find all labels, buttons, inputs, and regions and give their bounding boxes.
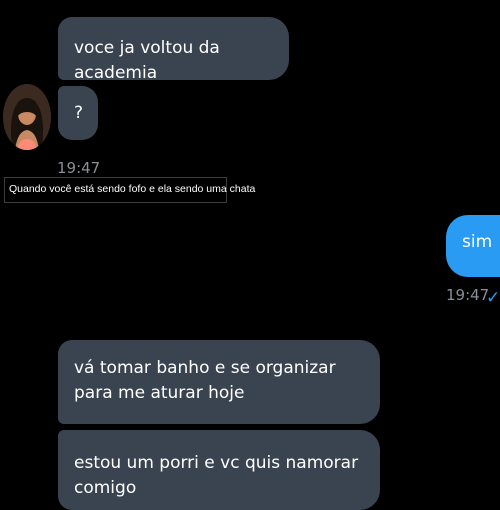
message-text: voce ja voltou da academia — [74, 38, 220, 83]
message-text: estou um porri e vc quis namorar comigo — [74, 453, 359, 498]
contact-avatar[interactable] — [3, 84, 51, 150]
message-text: vá tomar banho e se organizar para me at… — [74, 358, 336, 403]
message-timestamp: 19:47 — [57, 159, 101, 177]
message-timestamp: 19:47 — [446, 286, 490, 304]
chat-thread[interactable]: voce ja voltou da academia ? 19:47 Quand… — [0, 0, 500, 510]
message-text: sim — [462, 232, 493, 252]
incoming-message-bubble[interactable]: ? — [58, 86, 98, 140]
incoming-message-bubble[interactable]: estou um porri e vc quis namorar comigo — [58, 430, 380, 510]
incoming-message-bubble[interactable]: voce ja voltou da academia — [58, 17, 289, 83]
meme-caption: Quando você está sendo fofo e ela sendo … — [4, 177, 255, 203]
outgoing-message-bubble[interactable]: sim — [446, 215, 500, 277]
check-icon: ✓ — [486, 288, 500, 308]
avatar-image — [3, 84, 51, 150]
message-text: ? — [74, 103, 84, 123]
incoming-message-bubble[interactable]: vá tomar banho e se organizar para me at… — [58, 340, 380, 424]
